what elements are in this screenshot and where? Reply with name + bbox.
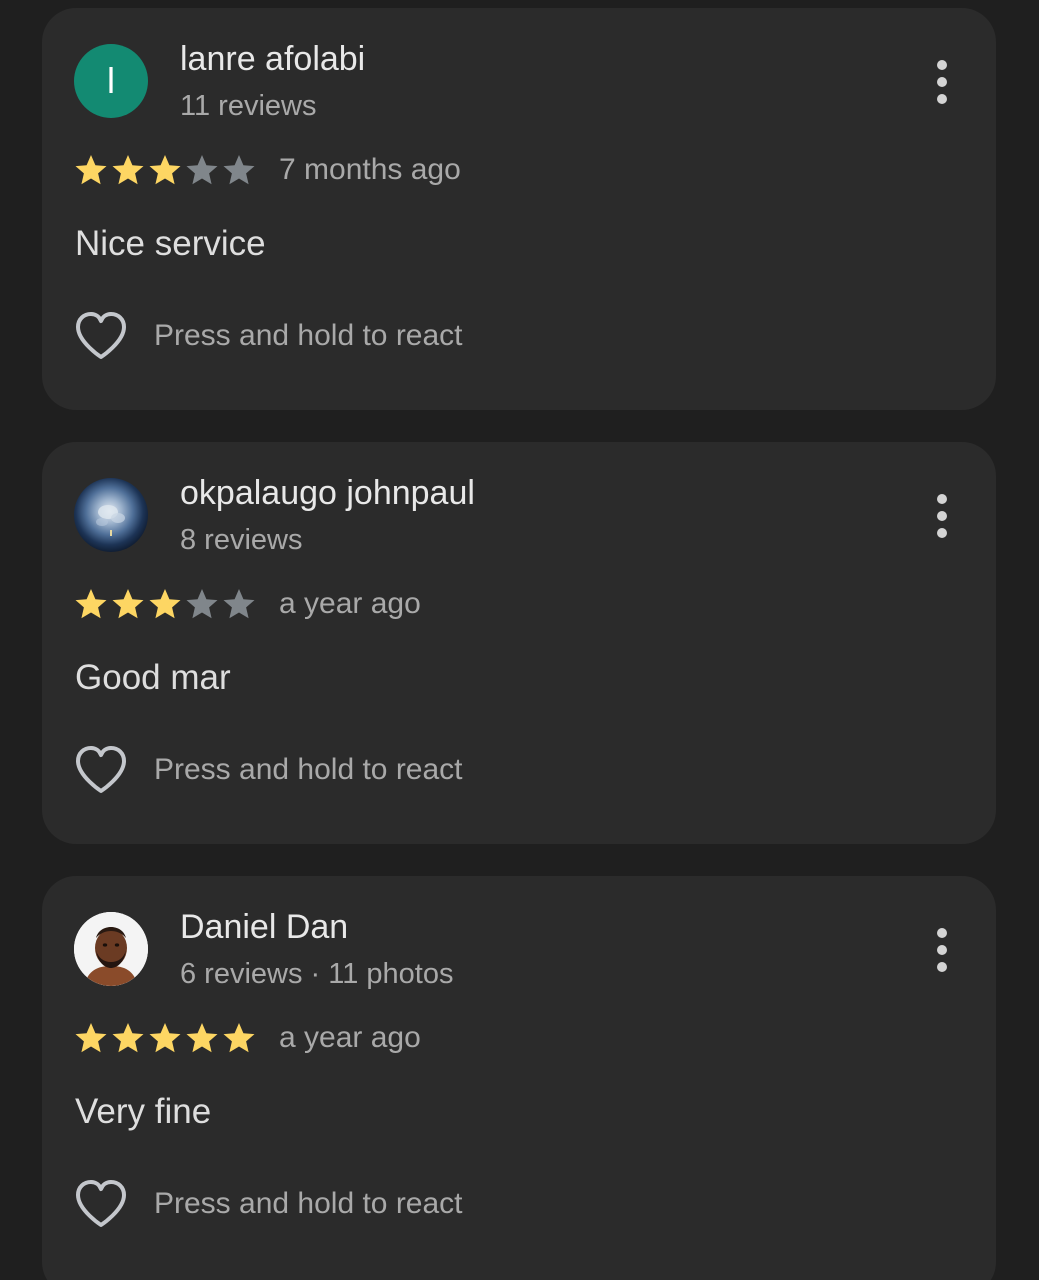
more-options-button[interactable] bbox=[924, 488, 960, 544]
react-button[interactable]: Press and hold to react bbox=[74, 742, 463, 798]
reviewer-avatar[interactable]: l bbox=[74, 44, 148, 118]
rating-row: a year ago bbox=[74, 1018, 421, 1058]
review-time: 7 months ago bbox=[279, 153, 461, 186]
star-filled-icon bbox=[75, 589, 107, 619]
reviewer-avatar[interactable] bbox=[74, 478, 148, 552]
more-vert-icon-dot bbox=[937, 511, 947, 521]
star-filled-icon bbox=[149, 589, 181, 619]
review-text: Very fine bbox=[75, 1092, 212, 1131]
more-vert-icon-dot bbox=[937, 77, 947, 87]
avatar-initial: l bbox=[107, 60, 115, 101]
reviewer-name[interactable]: lanre afolabi bbox=[180, 40, 365, 79]
star-filled-icon bbox=[75, 1023, 107, 1053]
react-button[interactable]: Press and hold to react bbox=[74, 1176, 463, 1232]
more-vert-icon bbox=[937, 494, 947, 504]
star-filled-icon bbox=[112, 155, 144, 185]
star-filled-icon bbox=[223, 1023, 255, 1053]
star-rating bbox=[74, 587, 259, 621]
react-label: Press and hold to react bbox=[154, 319, 463, 352]
more-vert-icon bbox=[937, 60, 947, 70]
more-options-button[interactable] bbox=[924, 54, 960, 110]
more-vert-icon bbox=[937, 928, 947, 938]
star-empty-icon bbox=[186, 155, 218, 185]
review-time: a year ago bbox=[279, 587, 421, 620]
review-card: l lanre afolabi 11 reviews 7 months ago … bbox=[42, 8, 996, 410]
star-filled-icon bbox=[112, 1023, 144, 1053]
react-label: Press and hold to react bbox=[154, 1187, 463, 1220]
star-filled-icon bbox=[112, 589, 144, 619]
earth-photo-icon bbox=[96, 505, 125, 536]
person-photo-icon bbox=[74, 912, 148, 986]
reviewer-meta: 11 reviews bbox=[180, 90, 317, 122]
reviewer-name[interactable]: okpalaugo johnpaul bbox=[180, 474, 475, 513]
more-options-button[interactable] bbox=[924, 922, 960, 978]
review-text: Good mar bbox=[75, 658, 231, 697]
rating-row: a year ago bbox=[74, 584, 421, 624]
review-card: okpalaugo johnpaul 8 reviews a year ago … bbox=[42, 442, 996, 844]
star-rating bbox=[74, 1021, 259, 1055]
reviewer-avatar[interactable] bbox=[74, 912, 148, 986]
star-empty-icon bbox=[223, 589, 255, 619]
review-text: Nice service bbox=[75, 224, 266, 263]
star-empty-icon bbox=[223, 155, 255, 185]
star-filled-icon bbox=[149, 155, 181, 185]
reviewer-name[interactable]: Daniel Dan bbox=[180, 908, 348, 947]
heart-outline-icon bbox=[76, 746, 126, 793]
review-card: Daniel Dan 6 reviews · 11 photos a year … bbox=[42, 876, 996, 1280]
heart-outline-icon bbox=[76, 312, 126, 359]
star-empty-icon bbox=[186, 589, 218, 619]
more-vert-icon-dot bbox=[937, 528, 947, 538]
star-filled-icon bbox=[75, 155, 107, 185]
star-rating bbox=[74, 153, 259, 187]
reviewer-meta: 8 reviews bbox=[180, 524, 303, 556]
star-filled-icon bbox=[186, 1023, 218, 1053]
more-vert-icon-dot bbox=[937, 962, 947, 972]
reviews-feed: l lanre afolabi 11 reviews 7 months ago … bbox=[0, 0, 1039, 1280]
review-time: a year ago bbox=[279, 1021, 421, 1054]
more-vert-icon-dot bbox=[937, 94, 947, 104]
more-vert-icon-dot bbox=[937, 945, 947, 955]
reviewer-meta: 6 reviews · 11 photos bbox=[180, 958, 454, 990]
heart-outline-icon bbox=[76, 1180, 126, 1227]
react-button[interactable]: Press and hold to react bbox=[74, 308, 463, 364]
star-filled-icon bbox=[149, 1023, 181, 1053]
rating-row: 7 months ago bbox=[74, 150, 461, 190]
react-label: Press and hold to react bbox=[154, 753, 463, 786]
